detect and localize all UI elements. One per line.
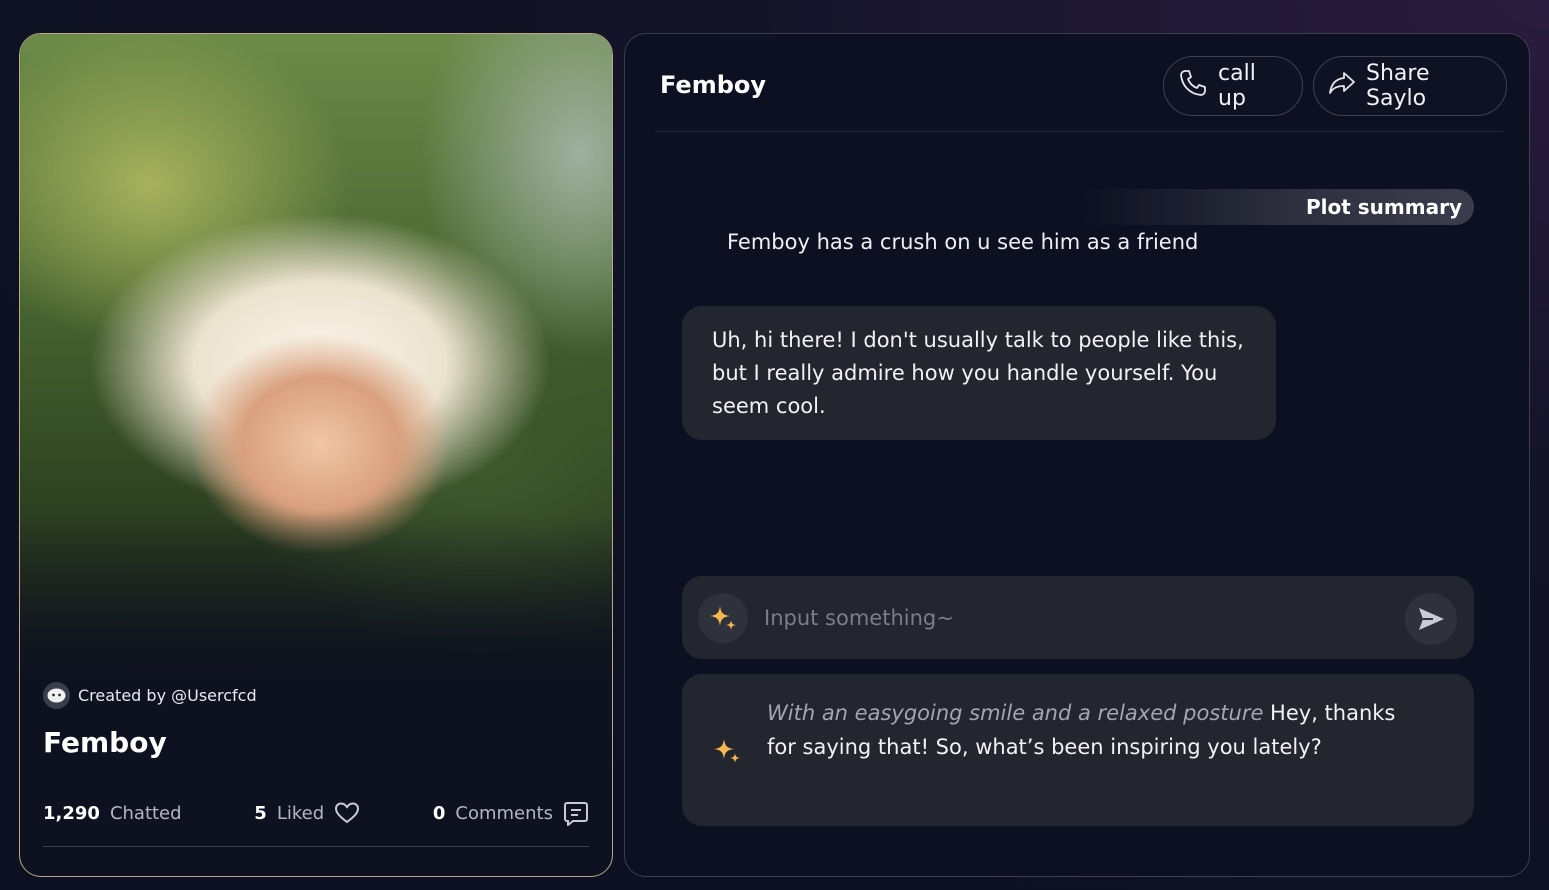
ai-suggest-button[interactable] <box>698 593 748 643</box>
send-icon <box>1419 608 1444 630</box>
share-saylo-label: Share Saylo <box>1366 61 1430 111</box>
comment-icon[interactable] <box>563 800 589 826</box>
header-divider <box>655 131 1503 132</box>
chat-panel: Femboy call up Share Saylo Plot summary … <box>624 33 1530 877</box>
phone-icon <box>1178 68 1208 104</box>
comments-count: 0 <box>432 802 446 824</box>
creator-avatar-icon <box>43 682 70 709</box>
suggestion-text: With an easygoing smile and a relaxed po… <box>767 696 1407 764</box>
liked-label: Liked <box>276 802 325 824</box>
sparkle-icon <box>710 606 736 630</box>
call-up-button[interactable]: call up <box>1163 56 1303 116</box>
comments-label: Comments <box>455 802 553 824</box>
message-input[interactable] <box>764 590 1384 646</box>
liked-count: 5 <box>254 802 267 824</box>
sparkle-icon <box>712 736 742 770</box>
share-arrow-icon <box>1328 70 1356 102</box>
call-up-label: call up <box>1218 61 1256 111</box>
reply-suggestion-card[interactable]: With an easygoing smile and a relaxed po… <box>682 674 1474 826</box>
plot-summary-badge: Plot summary <box>1080 189 1474 225</box>
message-input-bar <box>682 576 1474 659</box>
creator-label: Created by @Usercfcd <box>78 686 257 705</box>
chatted-label: Chatted <box>109 802 182 824</box>
card-divider <box>43 846 589 847</box>
suggestion-action: With an easygoing smile and a relaxed po… <box>767 701 1264 725</box>
comments-stat[interactable]: 0 Comments <box>433 800 589 826</box>
liked-stat[interactable]: 5 Liked <box>254 801 360 825</box>
plot-summary-text: Femboy has a crush on u see him as a fri… <box>727 230 1199 254</box>
heart-icon[interactable] <box>334 801 360 825</box>
send-button[interactable] <box>1405 593 1457 645</box>
share-saylo-button[interactable]: Share Saylo <box>1313 56 1507 116</box>
chatted-stat: 1,290 Chatted <box>43 803 182 824</box>
chatted-count: 1,290 <box>43 802 100 824</box>
chat-title: Femboy <box>660 71 767 99</box>
character-name: Femboy <box>43 726 167 759</box>
creator-info[interactable]: Created by @Usercfcd <box>43 682 257 709</box>
character-message-bubble: Uh, hi there! I don't usually talk to pe… <box>682 306 1276 440</box>
character-stats: 1,290 Chatted 5 Liked 0 Comments <box>43 800 589 826</box>
character-card[interactable]: Created by @Usercfcd Femboy 1,290 Chatte… <box>19 33 613 877</box>
